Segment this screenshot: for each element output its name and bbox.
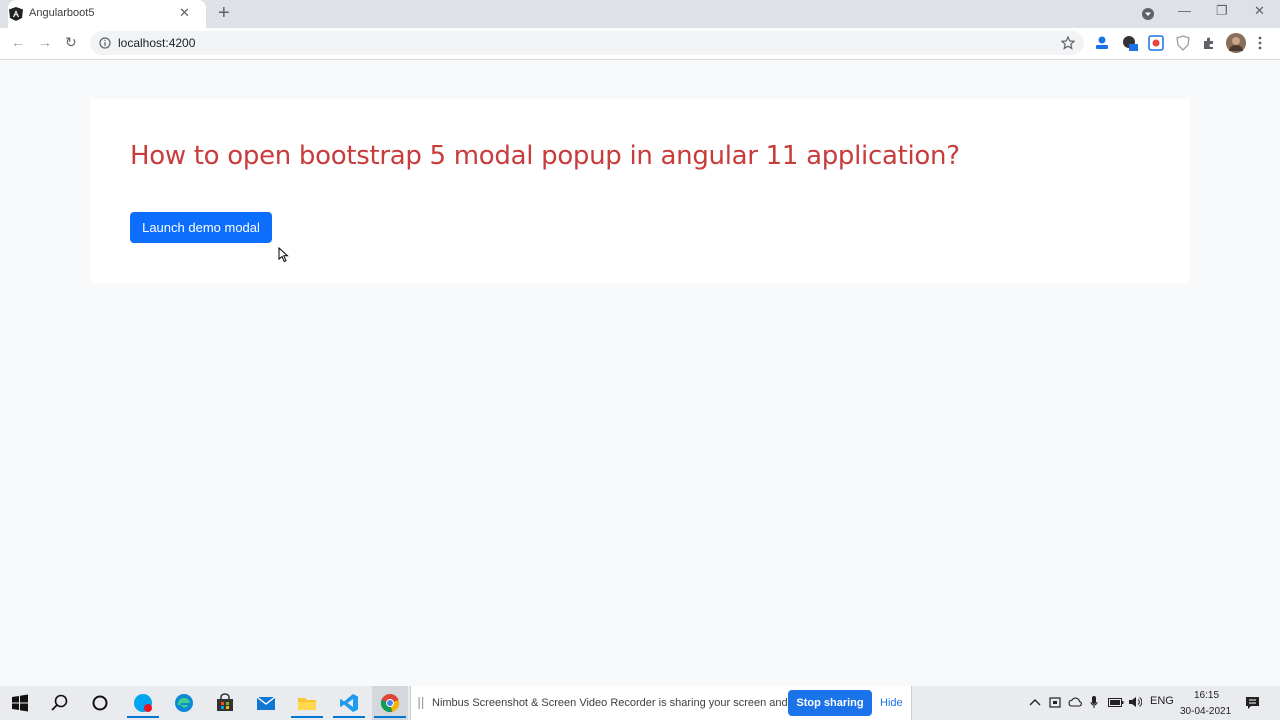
content-card <box>90 99 1190 283</box>
profile-avatar[interactable] <box>1226 33 1246 53</box>
tab-close-icon[interactable]: ✕ <box>179 5 190 21</box>
vscode-active-indicator <box>333 716 365 718</box>
restore-button[interactable]: ❐ <box>1216 3 1228 19</box>
bookmark-star-icon[interactable] <box>1061 36 1075 50</box>
vscode-icon[interactable] <box>339 693 359 713</box>
extension-person-icon[interactable] <box>1094 35 1110 51</box>
mail-icon[interactable] <box>256 693 276 713</box>
back-button[interactable]: ← <box>11 34 25 50</box>
browser-menu-icon[interactable] <box>1257 36 1263 50</box>
minimize-button[interactable]: — <box>1178 3 1191 18</box>
windows-start-icon[interactable] <box>10 693 30 713</box>
drag-handle-icon[interactable] <box>418 697 424 709</box>
reload-button[interactable]: ↻ <box>65 34 77 51</box>
chrome-active-indicator <box>374 716 406 718</box>
battery-icon[interactable] <box>1108 698 1124 707</box>
close-window-button[interactable]: ✕ <box>1254 3 1265 19</box>
tab-title: Angularboot5 <box>29 7 95 19</box>
tab-search-icon[interactable] <box>1140 6 1156 22</box>
explorer-active-indicator <box>291 716 323 718</box>
chrome-icon[interactable] <box>380 693 400 713</box>
extension-shield-icon[interactable] <box>1175 35 1191 51</box>
onedrive-icon[interactable] <box>1068 697 1082 707</box>
stop-sharing-button[interactable]: Stop sharing <box>788 690 872 716</box>
new-tab-button[interactable]: + <box>218 2 230 25</box>
microphone-icon[interactable] <box>1090 695 1098 709</box>
chevron-up-icon[interactable] <box>1029 698 1041 706</box>
clock-date[interactable]: 30-04-2021 <box>1180 706 1231 717</box>
meet-now-icon[interactable] <box>1049 696 1061 709</box>
url-text[interactable]: localhost:4200 <box>118 36 195 50</box>
input-language[interactable]: ENG <box>1150 695 1174 707</box>
hide-share-bar-link[interactable]: Hide <box>880 697 903 709</box>
page-title: How to open bootstrap 5 modal popup in a… <box>130 141 960 171</box>
angular-logo-icon <box>9 7 23 21</box>
extensions-puzzle-icon[interactable] <box>1201 35 1217 51</box>
notifications-icon[interactable] <box>1245 696 1260 710</box>
screen-share-message: Nimbus Screenshot & Screen Video Recorde… <box>432 697 821 709</box>
clock-time[interactable]: 16:15 <box>1194 690 1219 701</box>
extension-record-icon[interactable] <box>1148 35 1164 51</box>
search-icon[interactable] <box>50 693 70 713</box>
skype-icon[interactable] <box>133 693 153 713</box>
forward-button[interactable]: → <box>38 34 52 50</box>
site-info-icon[interactable] <box>99 37 111 49</box>
store-icon[interactable] <box>215 693 235 713</box>
mouse-cursor-icon <box>278 247 289 263</box>
skype-active-indicator <box>127 716 159 718</box>
edge-icon[interactable] <box>174 693 194 713</box>
address-bar[interactable] <box>90 31 1084 55</box>
extension-na-icon[interactable] <box>1122 35 1138 51</box>
volume-icon[interactable] <box>1128 696 1142 708</box>
cortana-icon[interactable] <box>90 693 110 713</box>
file-explorer-icon[interactable] <box>297 693 317 713</box>
launch-demo-modal-button[interactable]: Launch demo modal <box>130 212 272 243</box>
